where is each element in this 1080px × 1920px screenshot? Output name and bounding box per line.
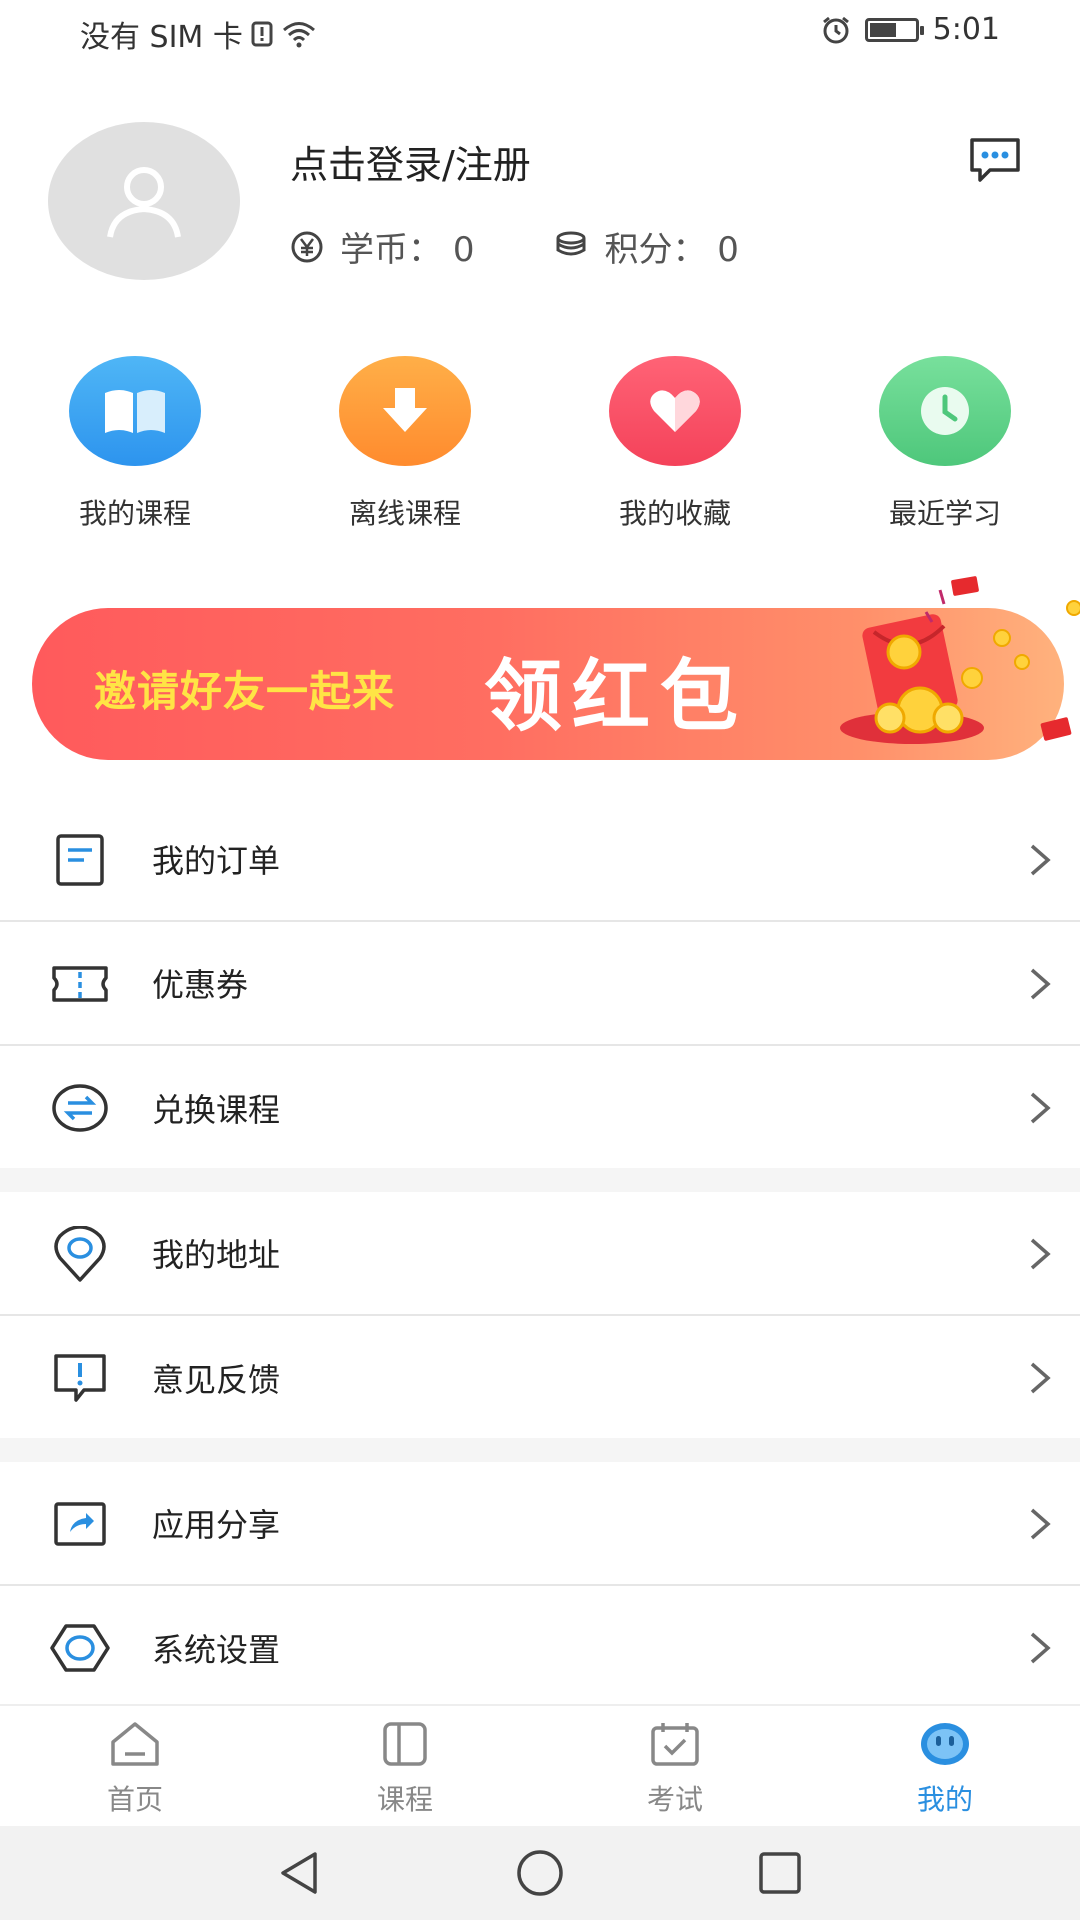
tab-home-label: 首页	[106, 1783, 163, 1816]
chevron-right-icon	[1030, 1092, 1051, 1124]
avatar[interactable]	[48, 122, 240, 280]
coins-value: 0	[452, 230, 475, 270]
menu-item-share[interactable]: 应用分享	[0, 1462, 1080, 1586]
home-circle-icon[interactable]	[515, 1848, 565, 1898]
menu-item-feedback[interactable]: 意见反馈	[0, 1316, 1080, 1440]
menu-group-orders: 我的订单 优惠券 兑换课程	[0, 798, 1080, 1170]
menu-label-coupons: 优惠券	[152, 966, 249, 1004]
menu-item-settings[interactable]: 系统设置	[0, 1586, 1080, 1710]
menu-item-coupons[interactable]: 优惠券	[0, 922, 1080, 1046]
menu-label-orders: 我的订单	[152, 842, 281, 880]
chevron-right-icon	[1030, 1632, 1051, 1664]
menu-item-orders[interactable]: 我的订单	[0, 798, 1080, 922]
message-icon[interactable]	[968, 136, 1022, 184]
section-divider	[0, 1168, 1080, 1192]
coin-stack-icon	[556, 231, 586, 255]
profile-stats: 学币： 0 积分： 0	[290, 222, 739, 271]
quick-offline-courses-label: 离线课程	[348, 497, 461, 530]
clock-time: 5:01	[932, 12, 1000, 47]
tab-exam-label: 考试	[646, 1783, 703, 1816]
tab-me[interactable]: 我的	[810, 1706, 1080, 1826]
quick-actions: 我的课程 离线课程 我的收藏 最近学习	[0, 356, 1080, 532]
download-icon	[383, 388, 427, 432]
chevron-right-icon	[1030, 1238, 1051, 1270]
chevron-right-icon	[1030, 844, 1051, 876]
menu-label-exchange: 兑换课程	[152, 1091, 281, 1129]
quick-favorites-circle	[609, 356, 741, 466]
menu-label-address: 我的地址	[152, 1236, 281, 1274]
chevron-right-icon	[1030, 1508, 1051, 1540]
quick-favorites-label: 我的收藏	[618, 497, 731, 530]
menu-label-settings: 系统设置	[152, 1631, 281, 1669]
status-bar: 没有 SIM 卡 5:01	[0, 0, 1080, 60]
tab-courses-label: 课程	[376, 1783, 433, 1816]
status-left: 没有 SIM 卡	[80, 12, 317, 56]
alarm-icon	[822, 16, 849, 43]
quick-my-courses-label: 我的课程	[78, 497, 191, 530]
menu-group-app: 应用分享 系统设置	[0, 1462, 1080, 1710]
battery-level	[869, 22, 897, 37]
banner-title: 领红包	[484, 651, 749, 742]
back-icon[interactable]	[275, 1848, 325, 1898]
quick-offline-courses[interactable]: 离线课程	[270, 356, 540, 532]
yen-icon	[291, 231, 323, 262]
quick-recent-study-label: 最近学习	[888, 497, 1001, 530]
tab-home[interactable]: 首页	[0, 1706, 270, 1826]
wifi-icon	[282, 22, 315, 48]
red-packet-coins-icon	[840, 576, 1080, 744]
quick-my-courses[interactable]: 我的课程	[0, 356, 270, 532]
quick-recent-study-circle	[879, 356, 1011, 466]
chevron-right-icon	[1030, 1362, 1051, 1394]
user-placeholder-icon	[107, 167, 181, 238]
menu-item-address[interactable]: 我的地址	[0, 1192, 1080, 1316]
order-icon	[56, 834, 104, 886]
bottom-tab-bar: 首页 课程 考试 我的	[0, 1704, 1080, 1826]
quick-my-courses-circle	[69, 356, 201, 466]
points-stat: 积分： 0	[554, 222, 739, 271]
quick-favorites[interactable]: 我的收藏	[540, 356, 810, 532]
clock-icon	[921, 387, 969, 435]
heart-icon	[650, 390, 700, 432]
coins-stat: 学币： 0	[290, 222, 474, 271]
points-label: 积分：	[604, 230, 707, 270]
section-divider	[0, 1438, 1080, 1462]
home-icon	[111, 1722, 159, 1766]
share-icon	[54, 1502, 106, 1546]
settings-icon	[50, 1624, 110, 1672]
recents-square-icon[interactable]	[755, 1848, 805, 1898]
status-right: 5:01	[821, 12, 1000, 47]
battery-icon	[864, 17, 924, 42]
points-value: 0	[717, 230, 739, 270]
menu-label-share: 应用分享	[152, 1506, 281, 1544]
location-icon	[54, 1226, 106, 1282]
chevron-right-icon	[1030, 968, 1051, 1000]
feedback-icon	[54, 1354, 106, 1402]
book-icon	[105, 390, 165, 433]
quick-recent-study[interactable]: 最近学习	[810, 356, 1080, 532]
me-icon	[921, 1723, 969, 1765]
coupon-icon	[52, 966, 108, 1002]
coins-label: 学币：	[340, 230, 442, 270]
banner-subtitle: 邀请好友一起来	[94, 667, 396, 716]
red-packet-banner[interactable]: 邀请好友一起来 领红包	[32, 576, 1080, 760]
sim-alert-icon	[251, 21, 273, 47]
menu-item-exchange[interactable]: 兑换课程	[0, 1046, 1080, 1170]
course-icon	[383, 1722, 427, 1766]
tab-courses[interactable]: 课程	[270, 1706, 540, 1826]
tab-exam[interactable]: 考试	[540, 1706, 810, 1826]
menu-label-feedback: 意见反馈	[152, 1361, 281, 1399]
system-nav-bar	[0, 1826, 1080, 1920]
exam-icon	[651, 1723, 699, 1766]
login-register-link[interactable]: 点击登录/注册	[290, 134, 531, 189]
tab-me-label: 我的	[916, 1783, 973, 1816]
carrier-text: 没有 SIM 卡	[80, 20, 243, 55]
quick-offline-courses-circle	[339, 356, 471, 466]
exchange-icon	[52, 1084, 108, 1132]
menu-group-account: 我的地址 意见反馈	[0, 1192, 1080, 1440]
